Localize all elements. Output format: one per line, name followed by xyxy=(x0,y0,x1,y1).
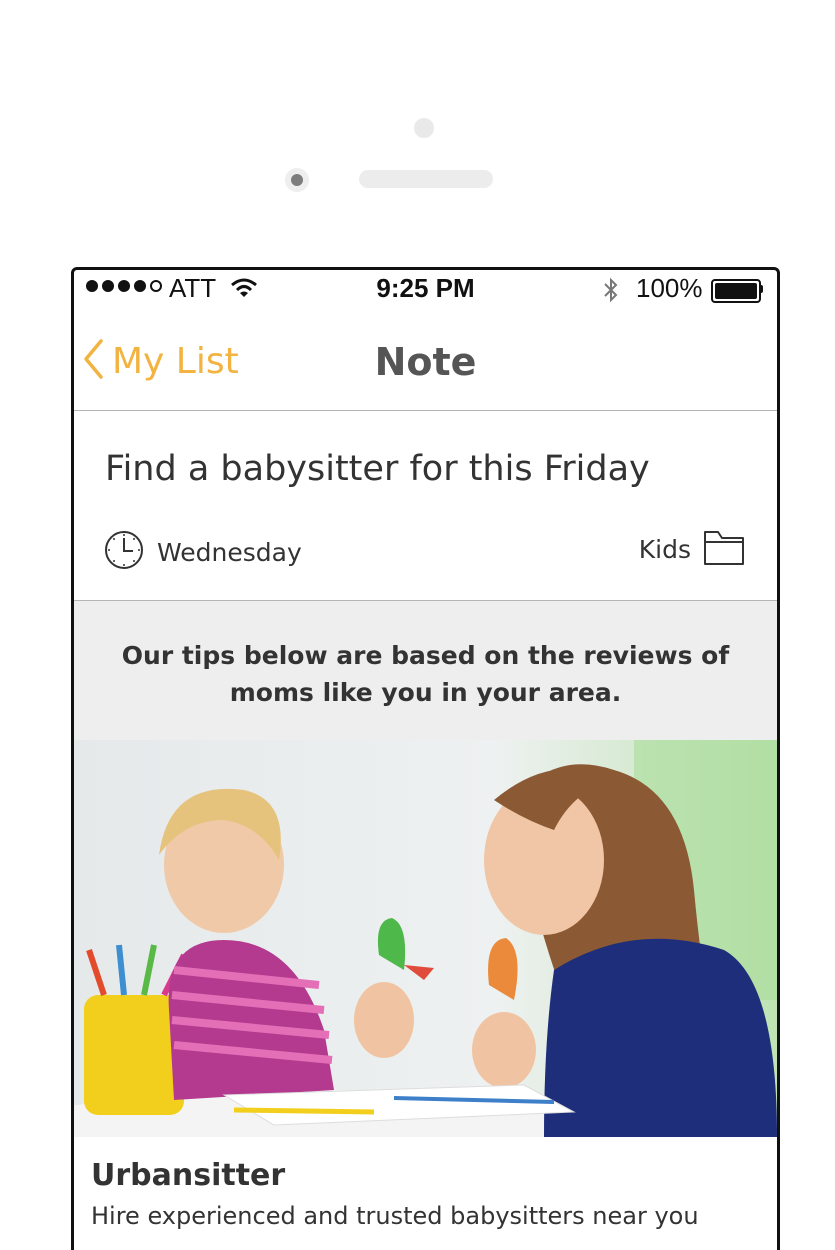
category-label: Kids xyxy=(638,534,691,564)
battery-percentage: 100% xyxy=(636,273,703,303)
battery-tip xyxy=(759,285,763,293)
card-title[interactable]: Urbansitter xyxy=(91,1158,285,1193)
note-title[interactable]: Find a babysitter for this Friday xyxy=(105,449,650,489)
page-title: Note xyxy=(374,340,477,384)
tips-text: Our tips below are based on the reviews … xyxy=(121,641,730,707)
due-date-label: Wednesday xyxy=(157,537,302,567)
status-bar: ATT 9:25 PM 100% xyxy=(74,270,777,310)
due-date[interactable]: Wednesday xyxy=(103,529,302,575)
babysitter-photo[interactable] xyxy=(74,740,777,1137)
tips-banner: Our tips below are based on the reviews … xyxy=(74,601,777,741)
battery-icon xyxy=(711,279,761,303)
card-subtitle: Hire experienced and trusted babysitters… xyxy=(91,1202,699,1230)
bluetooth-icon xyxy=(601,276,621,311)
proximity-sensor xyxy=(414,118,434,138)
clock-icon xyxy=(103,529,145,575)
note-category[interactable]: Kids xyxy=(639,528,745,570)
phone-screen: ATT 9:25 PM 100% My List Note Find a bab… xyxy=(71,267,780,1250)
navigation-bar: My List Note xyxy=(74,310,777,411)
earpiece-speaker xyxy=(359,170,493,188)
folder-icon xyxy=(703,528,745,570)
front-camera xyxy=(285,168,309,192)
note-details: Find a babysitter for this Friday Wednes… xyxy=(74,411,777,601)
